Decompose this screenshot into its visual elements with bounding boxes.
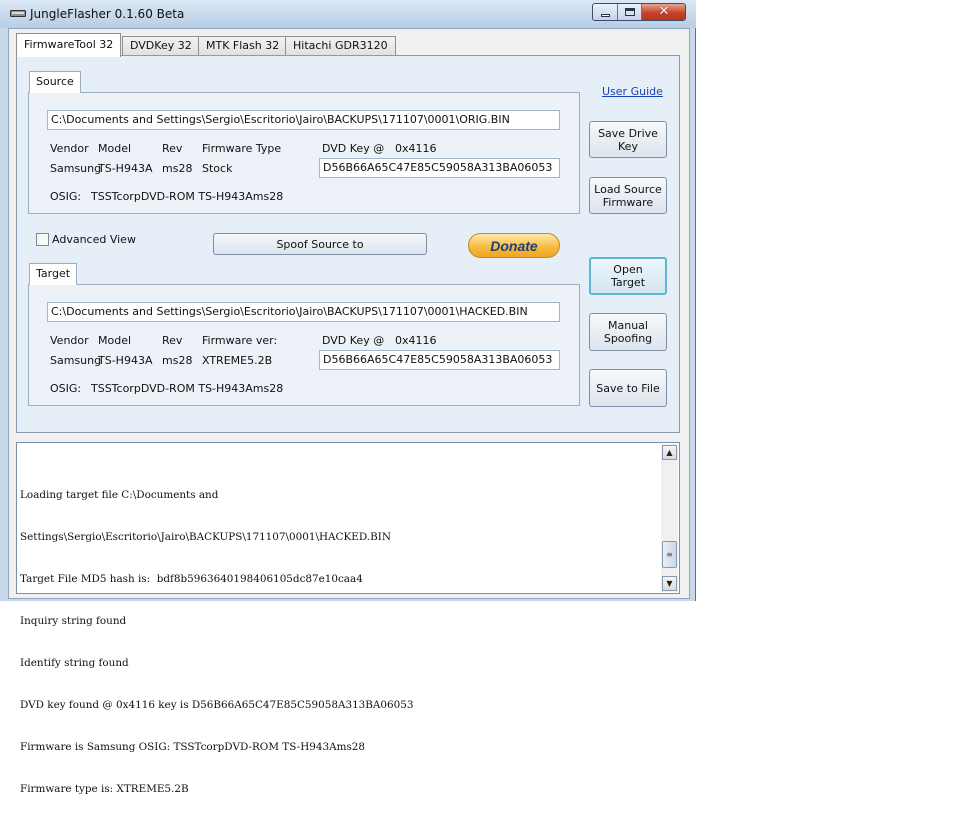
open-target-label-line2: Target xyxy=(610,276,646,289)
log-line: Settings\Sergio\Escritorio\Jairo\BACKUPS… xyxy=(20,531,391,543)
close-icon: ✕ xyxy=(658,4,670,19)
title-bar[interactable]: JungleFlasher 0.1.60 Beta ✕ xyxy=(0,0,696,28)
log-line: Firmware type is: XTREME5.2B xyxy=(20,783,189,795)
advanced-view-checkbox[interactable] xyxy=(36,233,49,246)
manual-spoofing-label-line2: Spoofing xyxy=(603,332,653,345)
target-rev: ms28 xyxy=(162,354,193,367)
log-text: Loading target file C:\Documents and Set… xyxy=(20,460,413,824)
target-fwver-header: Firmware ver: xyxy=(202,334,278,347)
window-title: JungleFlasher 0.1.60 Beta xyxy=(30,7,185,21)
target-dvdkey-field[interactable]: D56B66A65C47E85C59058A313BA06053 xyxy=(319,350,560,370)
log-scrollbar[interactable]: ▲ ≡ ▼ xyxy=(661,444,678,592)
source-dvdkey-field[interactable]: D56B66A65C47E85C59058A313BA06053 xyxy=(319,158,560,178)
scroll-down-icon: ▼ xyxy=(666,579,673,588)
scroll-thumb[interactable]: ≡ xyxy=(662,541,677,568)
target-dvdkey-header: DVD Key @ xyxy=(322,334,385,347)
target-vendor: Samsung xyxy=(50,354,102,367)
load-source-label-line1: Load Source xyxy=(594,182,662,196)
tab-hitachi[interactable]: Hitachi GDR3120 xyxy=(285,36,396,56)
close-button[interactable]: ✕ xyxy=(642,4,685,20)
minimize-button[interactable] xyxy=(593,4,618,20)
scroll-down-button[interactable]: ▼ xyxy=(662,576,677,591)
target-group-label: Target xyxy=(29,263,78,285)
manual-spoofing-label-line1: Manual xyxy=(608,319,648,332)
source-vendor: Samsung xyxy=(50,162,102,175)
open-target-label-line1: Open xyxy=(613,263,643,276)
target-dvdkey-offset: 0x4116 xyxy=(395,334,437,347)
source-model: TS-H943A xyxy=(98,162,153,175)
save-drive-key-button[interactable]: Save Drive Key xyxy=(589,121,667,158)
log-line: Target File MD5 hash is: bdf8b5963640198… xyxy=(20,573,363,585)
maximize-button[interactable] xyxy=(618,4,642,20)
target-vendor-header: Vendor xyxy=(50,334,89,347)
source-dvdkey-header: DVD Key @ xyxy=(322,142,385,155)
advanced-view-label: Advanced View xyxy=(52,233,136,246)
target-model: TS-H943A xyxy=(98,354,153,367)
log-line: Firmware is Samsung OSIG: TSSTcorpDVD-RO… xyxy=(20,741,366,753)
open-target-button[interactable]: Open Target xyxy=(589,257,667,295)
minimize-icon xyxy=(600,13,610,17)
source-path-field[interactable]: C:\Documents and Settings\Sergio\Escrito… xyxy=(47,110,560,130)
donate-button[interactable]: Donate xyxy=(468,233,560,258)
log-line: Loading target file C:\Documents and xyxy=(20,489,219,501)
app-icon xyxy=(10,10,26,17)
source-dvdkey-offset: 0x4116 xyxy=(395,142,437,155)
tab-mtk-flash[interactable]: MTK Flash 32 xyxy=(198,36,288,56)
target-fwver: XTREME5.2B xyxy=(202,354,273,367)
source-osig-label: OSIG: xyxy=(50,190,82,203)
target-rev-header: Rev xyxy=(162,334,183,347)
source-osig-value: TSSTcorpDVD-ROM TS-H943Ams28 xyxy=(91,190,284,203)
scroll-up-button[interactable]: ▲ xyxy=(662,445,677,460)
source-vendor-header: Vendor xyxy=(50,142,89,155)
maximize-icon xyxy=(624,8,635,16)
tab-dvdkey[interactable]: DVDKey 32 xyxy=(122,36,200,56)
spoof-source-button[interactable]: Spoof Source to xyxy=(213,233,427,255)
log-line: DVD key found @ 0x4116 key is D56B66A65C… xyxy=(20,699,414,711)
scroll-up-icon: ▲ xyxy=(666,448,673,457)
target-osig-label: OSIG: xyxy=(50,382,82,395)
source-model-header: Model xyxy=(98,142,132,155)
log-output[interactable]: Loading target file C:\Documents and Set… xyxy=(16,442,680,795)
source-rev-header: Rev xyxy=(162,142,183,155)
log-line: Inquiry string found xyxy=(20,615,127,627)
source-fwtype-header: Firmware Type xyxy=(202,142,282,155)
caption-buttons: ✕ xyxy=(592,3,686,21)
source-fwtype: Stock xyxy=(202,162,233,175)
source-rev: ms28 xyxy=(162,162,193,175)
source-group-label: Source xyxy=(29,71,81,93)
grip-icon: ≡ xyxy=(666,550,673,559)
load-source-firmware-button[interactable]: Load Source Firmware xyxy=(589,177,667,214)
log-line: Identify string found xyxy=(20,657,129,669)
user-guide-link[interactable]: User Guide xyxy=(602,85,663,98)
target-path-field[interactable]: C:\Documents and Settings\Sergio\Escrito… xyxy=(47,302,560,322)
target-model-header: Model xyxy=(98,334,132,347)
target-osig-value: TSSTcorpDVD-ROM TS-H943Ams28 xyxy=(91,382,284,395)
save-to-file-button[interactable]: Save to File xyxy=(589,369,667,407)
tab-firmwaretool[interactable]: FirmwareTool 32 xyxy=(16,33,122,57)
manual-spoofing-button[interactable]: Manual Spoofing xyxy=(589,313,667,351)
load-source-label-line2: Firmware xyxy=(602,195,654,209)
